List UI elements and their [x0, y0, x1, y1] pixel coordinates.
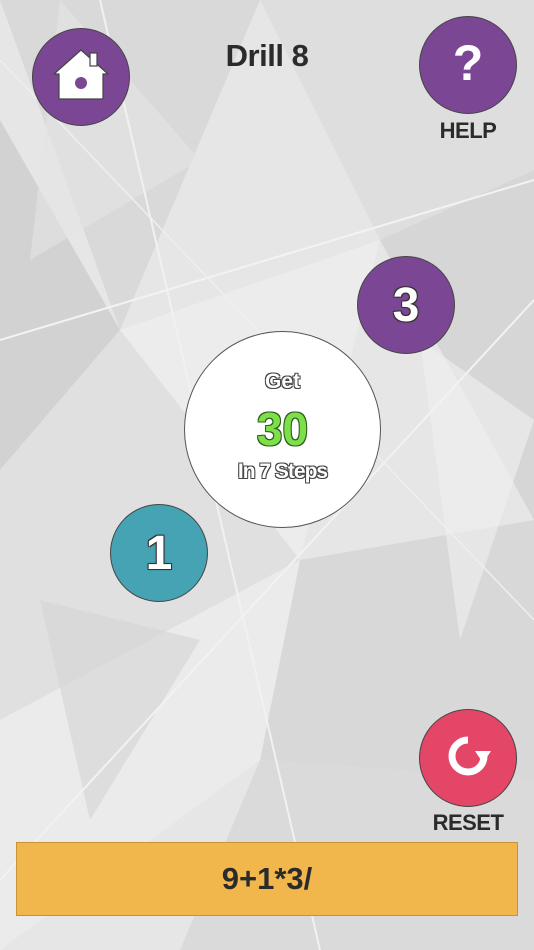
target-goal-number: 30: [256, 403, 309, 455]
help-question-icon: ?: [452, 35, 484, 91]
target-circle: Get 30 In 7 Steps: [184, 331, 381, 528]
home-button[interactable]: [32, 28, 130, 126]
number-ball-value: 1: [145, 526, 173, 580]
target-prefix: Get: [264, 370, 300, 393]
expression-bar: 9+1*3/: [16, 842, 518, 916]
expression-text: 9+1*3/: [221, 861, 313, 896]
reset-button[interactable]: [419, 709, 517, 807]
number-ball[interactable]: 3: [357, 256, 455, 354]
help-button[interactable]: ?: [419, 16, 517, 114]
number-ball[interactable]: 1: [110, 504, 208, 602]
refresh-icon: [443, 731, 493, 786]
number-ball-value: 3: [392, 278, 420, 332]
reset-label: RESET: [432, 810, 504, 835]
help-label: HELP: [439, 118, 497, 143]
level-title: Drill 8: [225, 38, 309, 73]
target-steps-text: In 7 Steps: [237, 460, 328, 483]
home-icon: [50, 44, 112, 111]
